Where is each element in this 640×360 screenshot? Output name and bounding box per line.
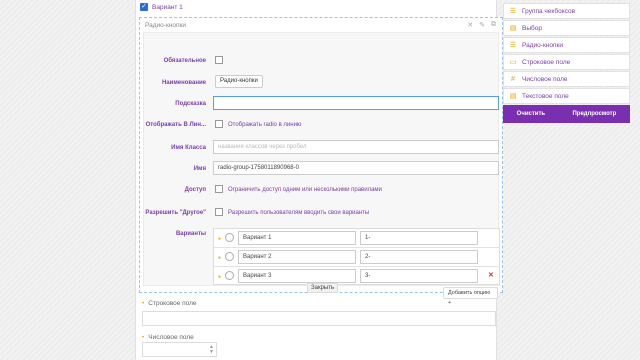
option-row: ✓ Вариант 1 xyxy=(140,2,183,12)
field-editor: Радио-кнопки ✕ ✎ ⧉ Обязательное Наименов… xyxy=(139,17,503,306)
hint-label: Подсказка xyxy=(175,101,206,107)
allow-other-text: Разрешить пользователям вводить свои вар… xyxy=(228,210,370,216)
toolbox-actions: Очистить Предпросмотр xyxy=(503,105,630,123)
checkbox-group-icon: ☰ xyxy=(509,8,517,15)
textarea-icon: ▤ xyxy=(509,93,517,100)
string-field-preview[interactable] xyxy=(142,311,496,326)
tool-textarea[interactable]: ▤ Текстовое поле xyxy=(503,88,630,104)
marker-icon: • xyxy=(142,334,145,341)
tool-label: Выбор xyxy=(522,24,542,32)
tool-text-field[interactable]: ▭ Строковое поле xyxy=(503,54,630,70)
string-field-title: • Строковое поле xyxy=(142,300,197,307)
tool-label: Числовое поле xyxy=(522,75,568,83)
option-label-input[interactable]: Вариант 2 xyxy=(238,250,356,264)
drag-handle-icon[interactable]: ● xyxy=(218,274,221,280)
drag-handle-icon[interactable]: ● xyxy=(218,236,221,242)
drag-handle-icon[interactable]: ● xyxy=(218,255,221,261)
option-default-radio[interactable] xyxy=(225,252,234,261)
close-icon[interactable]: ✕ xyxy=(467,21,473,29)
access-text: Ограничить доступ одним или несколькими … xyxy=(228,187,382,193)
field-name-input[interactable]: radio-group-1758011890968-0 xyxy=(213,161,499,175)
editor-body: Обязательное Наименование Радио-кнопки П… xyxy=(143,32,500,306)
inline-checkbox[interactable] xyxy=(215,120,223,128)
allow-other-label: Разрешить "Другое" xyxy=(145,210,206,216)
tool-radio-group[interactable]: ☰ Радио-кнопки xyxy=(503,37,630,53)
option-label-input[interactable]: Вариант 3 xyxy=(238,269,356,283)
options-table: ● Вариант 1 1- ● Вариант 2 2- ● Вариант … xyxy=(213,228,500,285)
marker-icon: • xyxy=(142,300,145,307)
string-field-label: Строковое поле xyxy=(148,300,197,307)
option-value-input[interactable]: 2- xyxy=(360,250,478,264)
text-field-icon: ▭ xyxy=(509,59,517,66)
close-editor-button[interactable]: Закрыть xyxy=(307,283,339,293)
tool-checkbox-group[interactable]: ☰ Группа чекбоксов xyxy=(503,3,630,19)
edit-icon[interactable]: ✎ xyxy=(479,21,485,29)
inline-label: Отображать В Лин... xyxy=(145,122,206,128)
tool-select[interactable]: ▤ Выбор xyxy=(503,20,630,36)
access-checkbox[interactable] xyxy=(215,185,223,193)
clear-button[interactable]: Очистить xyxy=(517,111,545,117)
option-default-radio[interactable] xyxy=(225,233,234,242)
tool-label: Радио-кнопки xyxy=(522,41,563,49)
inline-text: Отображать radio в линию xyxy=(228,122,302,128)
number-field-preview[interactable]: ▲ ▼ xyxy=(142,342,217,357)
access-label: Доступ xyxy=(184,187,206,193)
tool-label: Строковое поле xyxy=(522,58,571,66)
hash-icon: # xyxy=(511,75,515,83)
copy-icon[interactable]: ⧉ xyxy=(491,21,496,29)
name-label: Наименование xyxy=(161,80,206,86)
class-name-input[interactable]: названия классов через пробел xyxy=(213,140,499,154)
editor-actions: ✕ ✎ ⧉ xyxy=(467,21,496,29)
number-field-label: Числовое поле xyxy=(148,334,194,341)
editor-title: Радио-кнопки xyxy=(145,22,186,29)
tool-label: Группа чекбоксов xyxy=(522,7,576,15)
hint-input[interactable] xyxy=(213,96,499,110)
required-label: Обязательное xyxy=(163,58,206,64)
allow-other-checkbox[interactable] xyxy=(215,208,223,216)
field-name-label: Имя xyxy=(193,166,206,172)
toolbox: ☰ Группа чекбоксов ▤ Выбор ☰ Радио-кнопк… xyxy=(503,3,630,123)
option-value-input[interactable]: 1- xyxy=(360,231,478,245)
remove-option-icon[interactable]: ✕ xyxy=(488,271,494,279)
spinner-icon[interactable]: ▲ ▼ xyxy=(209,345,214,355)
select-icon: ▤ xyxy=(509,25,517,32)
form-canvas: ✓ Вариант 1 Радио-кнопки ✕ ✎ ⧉ Обязатель… xyxy=(135,0,503,360)
name-value[interactable]: Радио-кнопки xyxy=(215,75,263,88)
tool-number-field[interactable]: # Числовое поле xyxy=(503,71,630,87)
option-value-input[interactable]: 3- xyxy=(360,269,478,283)
number-field-title: • Числовое поле xyxy=(142,334,194,341)
tool-label: Текстовое поле xyxy=(522,92,569,100)
option-row: ● Вариант 2 2- xyxy=(214,248,499,267)
option-default-radio[interactable] xyxy=(225,271,234,280)
preview-button[interactable]: Предпросмотр xyxy=(572,111,616,117)
class-name-label: Имя Класса xyxy=(171,145,206,151)
option-row: ● Вариант 3 3- ✕ xyxy=(214,267,499,286)
option-label: Вариант 1 xyxy=(152,3,183,11)
radio-group-icon: ☰ xyxy=(509,42,517,49)
option-label-input[interactable]: Вариант 1 xyxy=(238,231,356,245)
class-name-placeholder: названия классов через пробел xyxy=(218,144,307,150)
option-checkbox[interactable]: ✓ xyxy=(140,3,148,11)
option-row: ● Вариант 1 1- xyxy=(214,229,499,248)
options-label: Варианты xyxy=(175,231,206,237)
add-option-button[interactable]: Добавить опцию + xyxy=(443,287,498,306)
required-checkbox[interactable] xyxy=(215,56,223,64)
